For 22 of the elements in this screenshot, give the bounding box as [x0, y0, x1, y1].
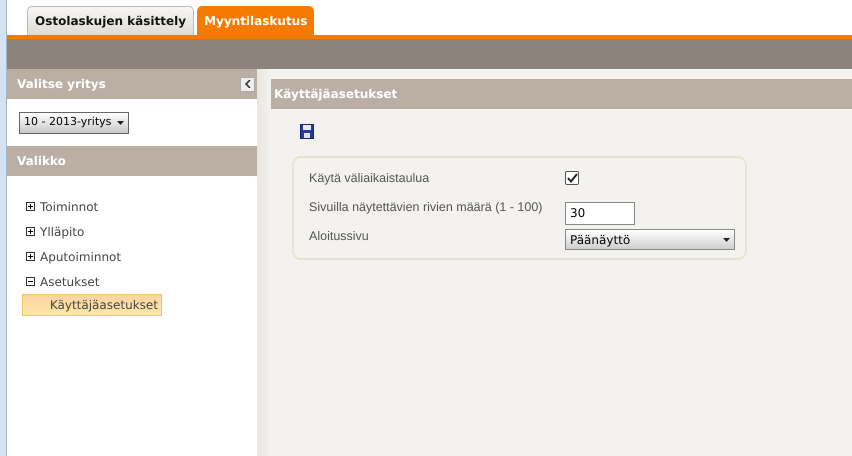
menu-item[interactable]: Asetukset: [26, 269, 257, 294]
collapse-button[interactable]: [240, 76, 255, 92]
input-field[interactable]: 30: [565, 202, 635, 224]
field-label: Sivuilla näytettävien rivien määrä (1 - 100): [309, 199, 544, 216]
caret-icon: [723, 238, 730, 242]
check-icon: [566, 173, 578, 183]
menu-item[interactable]: Aputoiminnot: [26, 244, 257, 269]
checkbox[interactable]: [565, 171, 579, 185]
menu-subitem[interactable]: Käyttäjäasetukset: [22, 294, 162, 316]
chevron-left-icon: [244, 80, 250, 88]
start-page-select[interactable]: Päänäyttö: [565, 229, 735, 250]
company-select[interactable]: 10 - 2013-yritys: [19, 112, 130, 134]
caret-icon: [117, 120, 124, 124]
menu-item[interactable]: Ylläpito: [26, 219, 257, 244]
tab[interactable]: Ostolaskujen käsittely: [27, 6, 194, 35]
sidebar-heading: Valikko: [17, 153, 66, 170]
field-label: Käytä väliaikaistaulua: [309, 170, 430, 187]
page-title: Käyttäjäasetukset: [274, 86, 398, 103]
field-label: Aloitussivu: [309, 228, 370, 245]
save-icon[interactable]: [300, 124, 314, 139]
sidebar-heading: Valitse yritys: [17, 76, 106, 93]
menu-item[interactable]: Toiminnot: [26, 194, 257, 219]
